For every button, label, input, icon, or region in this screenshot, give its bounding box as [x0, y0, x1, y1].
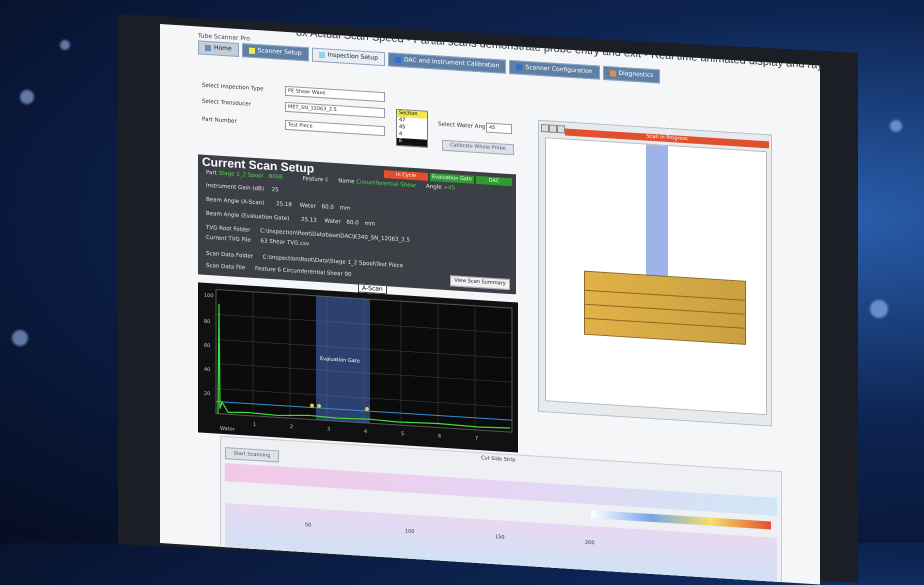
- water-angle-label: Select Water Angle: [438, 121, 491, 131]
- gain-row: Instrument Gain (dB) 25: [206, 183, 279, 194]
- ascan-legend: Water: [220, 426, 236, 433]
- part-extra: BFAB: [268, 173, 283, 181]
- feature-value: 6: [325, 177, 329, 184]
- bokeh-light: [20, 90, 34, 104]
- bokeh-light: [60, 40, 70, 50]
- strip-tick: 100: [405, 528, 415, 536]
- tab-dac-calibration[interactable]: DAC and Instrument Calibration: [388, 52, 507, 74]
- y-tick: 80: [204, 319, 210, 325]
- angle-label: Angle: [426, 183, 442, 191]
- y-tick: 40: [204, 367, 210, 373]
- water-label: Water: [324, 218, 341, 226]
- x-tick: 2: [290, 424, 293, 430]
- part-cross-section: [584, 270, 746, 345]
- bokeh-light: [870, 300, 888, 318]
- name-value: Circumferential Shear: [356, 179, 417, 190]
- ascan-plot: Evaluation Gate 100 80 60 40 20 1 2 3 4 …: [204, 288, 513, 442]
- scan-file-row: Scan Data File Feature 6 Circumferential…: [206, 263, 352, 278]
- beam-eval-label: Beam Angle (Evaluation Gate): [206, 210, 290, 223]
- name-label: Name: [338, 178, 355, 186]
- strip-title: Cut Side Strip: [481, 455, 516, 464]
- angle-value: +45: [443, 184, 456, 192]
- part-view: [545, 137, 767, 416]
- part-label: Part: [206, 169, 217, 177]
- inspection-type-select[interactable]: PE Shear Wave: [285, 85, 385, 103]
- transducer-select[interactable]: MET_SN_12063_2.5: [285, 101, 385, 119]
- x-tick: 4: [364, 429, 367, 435]
- bokeh-light: [12, 330, 28, 346]
- tab-color-icon: [609, 69, 616, 77]
- strip-tick: 50: [305, 522, 312, 529]
- x-tick: 6: [438, 433, 441, 439]
- tab-color-icon: [248, 47, 255, 54]
- tab-color-icon: [516, 63, 523, 71]
- beam-angle-row: Beam Angle (A-Scan) 25.18 Water 60.0 mm: [206, 197, 350, 212]
- part-number-field[interactable]: Test Piece: [285, 119, 385, 137]
- gain-label: Instrument Gain (dB): [206, 182, 264, 193]
- zoom-in-icon[interactable]: [541, 123, 549, 133]
- x-tick: 5: [401, 431, 404, 437]
- gain-value: 25: [271, 187, 279, 194]
- tvg-root-label: TVG Root Folder: [206, 224, 251, 234]
- tvg-file-row: Current TVG File 63 Shear TVG.csv: [206, 235, 309, 247]
- strip-tick: 200: [585, 539, 595, 547]
- zoom-out-icon[interactable]: [549, 124, 557, 133]
- view-scan-summary-button[interactable]: View Scan Summary: [450, 275, 510, 291]
- bokeh-light: [890, 120, 902, 132]
- ray-tracing-panel: Scan in Progress: [538, 119, 772, 427]
- y-tick: 60: [204, 343, 210, 349]
- beam-eval-value: 25.13: [301, 216, 317, 224]
- tab-inspection-setup[interactable]: Inspection Setup: [311, 47, 386, 67]
- tab-scanner-configuration[interactable]: Scanner Configuration: [509, 59, 600, 80]
- inspection-type-label: Select Inspection Type: [202, 82, 264, 93]
- cscan-strip-bottom: 50 100 150 200: [225, 503, 777, 585]
- ascan-panel: A-Scan Evaluation Gate 100 80 60 40 20 1…: [198, 282, 518, 453]
- feature-label: Feature: [302, 175, 324, 184]
- tab-color-icon: [395, 56, 402, 63]
- transducer-label: Select Transducer: [202, 98, 251, 108]
- angle-option[interactable]: E: [397, 137, 427, 147]
- y-tick: 100: [204, 293, 214, 300]
- in-cycle-indicator: In Cycle: [384, 170, 428, 181]
- y-tick: 20: [204, 391, 210, 397]
- ascan-title: A-Scan: [358, 283, 387, 295]
- start-scanning-button[interactable]: Start Scanning: [225, 447, 279, 463]
- part-number-label: Part Number: [202, 116, 237, 125]
- tab-scanner-setup[interactable]: Scanner Setup: [241, 43, 309, 62]
- evaluation-gate-indicator: Evaluation Gate: [430, 172, 474, 184]
- calibrate-button[interactable]: Calibrate Whole Probe: [442, 139, 514, 156]
- strip-panel: Cut Side Strip Start Scanning 50 100 150…: [220, 435, 782, 585]
- water-label: Water: [299, 202, 316, 210]
- beam-eval-row: Beam Angle (Evaluation Gate) 25.13 Water…: [206, 211, 375, 228]
- water-angle-select[interactable]: 45: [486, 122, 512, 135]
- current-scan-setup-panel: Current Scan Setup In Cycle Evaluation G…: [198, 154, 516, 295]
- scan-folder-label: Scan Data Folder: [206, 250, 253, 260]
- scan-file-value: Feature 6 Circumferential Shear 90: [254, 265, 352, 279]
- tvg-file-value: 63 Shear TVG.csv: [260, 238, 310, 248]
- strip-tick: 150: [495, 534, 505, 541]
- fit-view-icon[interactable]: [557, 124, 565, 134]
- x-tick: 3: [327, 427, 330, 433]
- tab-home[interactable]: Home: [198, 40, 239, 57]
- beam-angle-label: Beam Angle (A-Scan): [206, 196, 265, 207]
- angle-list[interactable]: Section 47 45 4 E: [396, 108, 428, 148]
- beam-unit: mm: [339, 205, 351, 212]
- scan-file-label: Scan Data File: [206, 262, 246, 272]
- tvg-file-label: Current TVG File: [206, 234, 251, 244]
- home-icon: [205, 44, 211, 51]
- beam-unit: mm: [364, 220, 376, 228]
- tab-color-icon: [318, 51, 325, 58]
- screen: 8x Actual Scan Speed • Partial scans dem…: [160, 24, 820, 585]
- beam-eval-water-value: 60.0: [346, 219, 359, 227]
- beam-water-value: 60.0: [321, 204, 334, 211]
- beam-path: [646, 144, 668, 296]
- tab-diagnostics[interactable]: Diagnostics: [602, 65, 661, 84]
- dac-indicator: DAC: [476, 175, 512, 187]
- beam-angle-value: 25.18: [276, 201, 292, 209]
- x-tick: 1: [253, 422, 256, 428]
- x-tick: 7: [475, 436, 478, 442]
